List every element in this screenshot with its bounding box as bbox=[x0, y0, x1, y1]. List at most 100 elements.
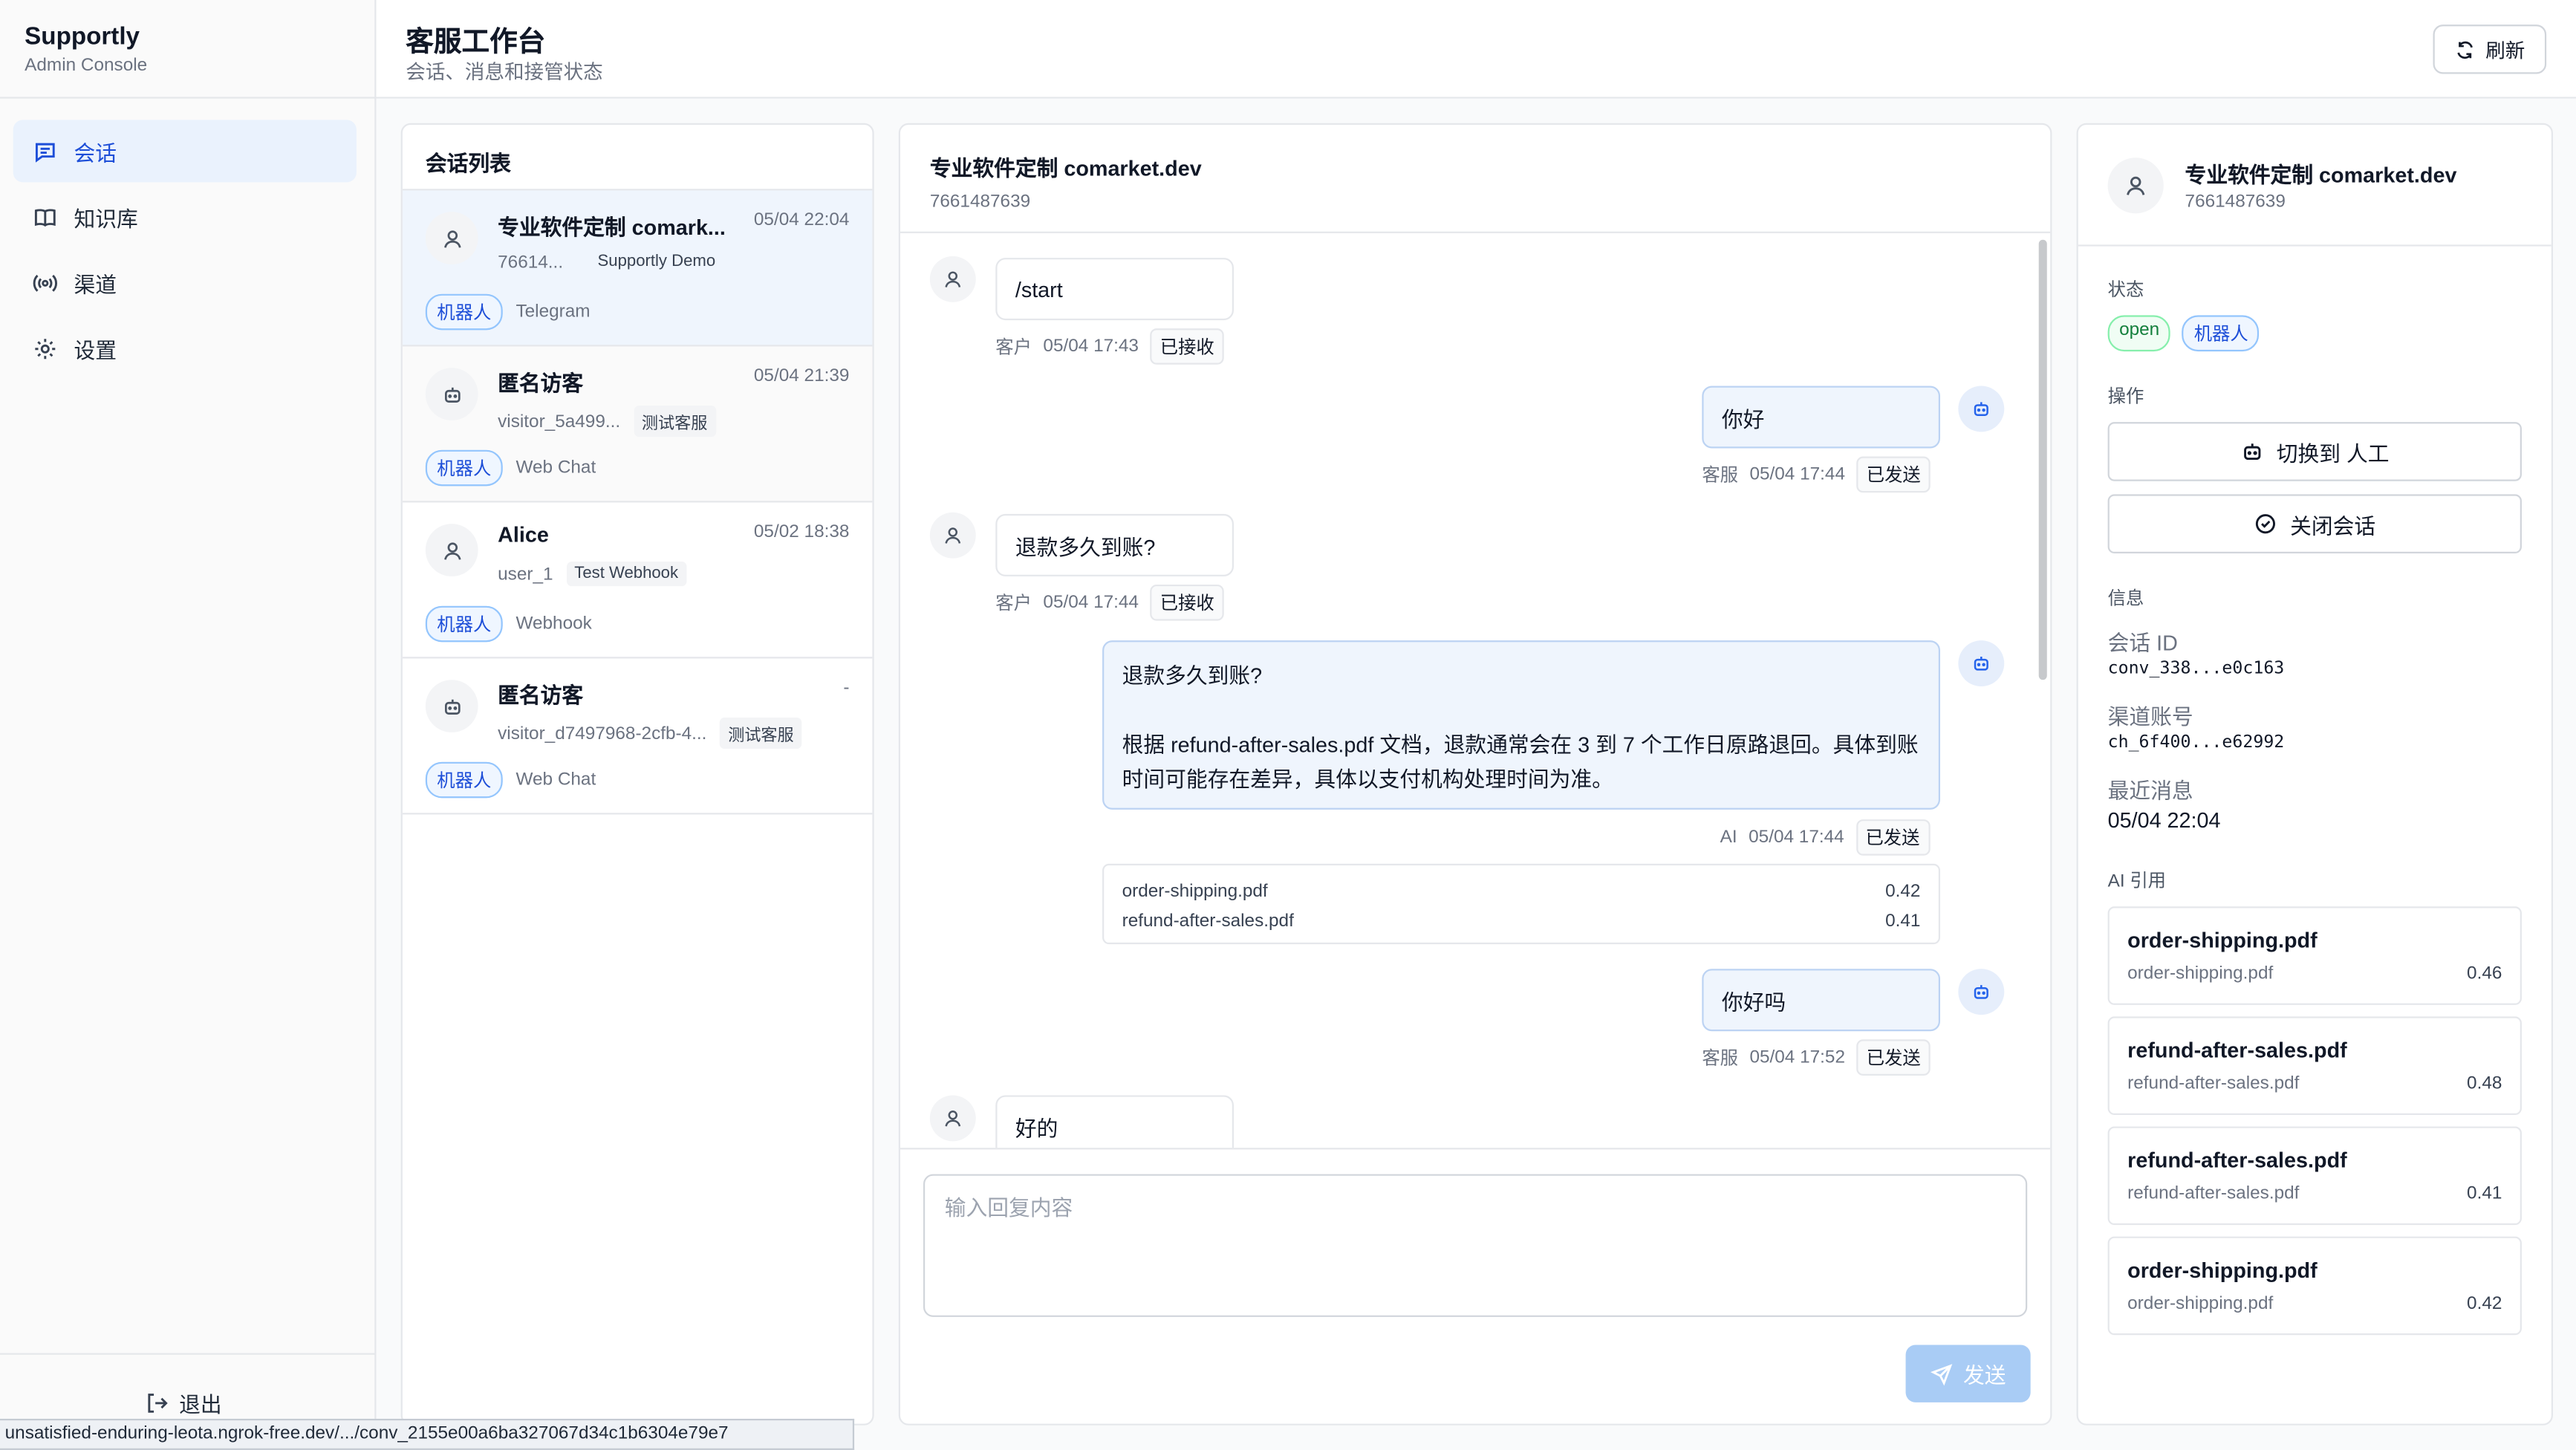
channel-account-value: ch_6f400...e62992 bbox=[2107, 732, 2285, 752]
conversation-tag: 测试客服 bbox=[720, 718, 802, 750]
logout-button[interactable]: 退出 bbox=[145, 1388, 222, 1419]
brand-name: Supportly bbox=[25, 22, 140, 51]
workspace: 会话列表 专业软件定制 comark... 05/04 22:04 76614.… bbox=[376, 98, 2576, 1450]
conversation-id-text: 76614... bbox=[498, 252, 564, 272]
reference-card[interactable]: order-shipping.pdf order-shipping.pdf 0.… bbox=[2107, 1236, 2522, 1336]
conversation-item[interactable]: Alice 05/02 18:38 user_1 Test Webhook 机器… bbox=[402, 502, 873, 659]
message-icon bbox=[31, 138, 57, 164]
conversation-list-title: 会话列表 bbox=[402, 125, 873, 191]
status-url-bar: unsatisfied-enduring-leota.ngrok-free.de… bbox=[0, 1418, 855, 1450]
message-meta: 客服 05/04 17:52 已发送 bbox=[1702, 1039, 1931, 1076]
refresh-button[interactable]: 刷新 bbox=[2433, 25, 2547, 74]
citation-box: order-shipping.pdf 0.42 refund-after-sal… bbox=[1102, 863, 1941, 945]
sidebar-item-label: 设置 bbox=[74, 337, 117, 362]
refresh-icon bbox=[2457, 40, 2473, 58]
user-icon bbox=[929, 1095, 976, 1142]
conversation-name: 专业软件定制 comark... bbox=[498, 215, 726, 240]
page-subtitle: 会话、消息和接管状态 bbox=[406, 60, 603, 84]
conversation-item[interactable]: 专业软件定制 comark... 05/04 22:04 76614... Su… bbox=[402, 190, 873, 347]
bot-icon bbox=[1958, 969, 2005, 1015]
message-role: 客服 bbox=[1702, 466, 1738, 487]
send-button[interactable]: 发送 bbox=[1905, 1345, 2031, 1402]
channel-label: Telegram bbox=[515, 302, 591, 322]
conversation-item[interactable]: 匿名访客 05/04 21:39 visitor_5a499... 测试客服 机… bbox=[402, 346, 873, 503]
channel-label: Webhook bbox=[515, 614, 592, 634]
bot-icon bbox=[2243, 443, 2260, 461]
gear-icon bbox=[31, 335, 57, 361]
message-bubble: 好的 bbox=[995, 1095, 1234, 1148]
conversation-id-text: user_1 bbox=[498, 564, 553, 584]
sidebar-item-conversations[interactable]: 会话 bbox=[13, 120, 357, 183]
conversation-id-text: visitor_d7497968-2cfb-4... bbox=[498, 723, 707, 744]
info-name: 专业软件定制 comarket.dev bbox=[2185, 162, 2457, 188]
message-role: 客户 bbox=[995, 338, 1032, 358]
citation-file: refund-after-sales.pdf bbox=[1122, 911, 1294, 932]
message-time: 05/04 17:44 bbox=[1749, 464, 1846, 485]
message-meta: 客户 05/04 17:44 已接收 bbox=[995, 584, 1224, 621]
info-id: 7661487639 bbox=[2185, 192, 2286, 212]
close-label: 关闭会话 bbox=[2290, 513, 2376, 538]
conversation-time: 05/04 21:39 bbox=[753, 365, 850, 386]
reference-card[interactable]: order-shipping.pdf order-shipping.pdf 0.… bbox=[2107, 906, 2522, 1005]
brand: Supportly Admin Console bbox=[25, 23, 147, 76]
chat-header: 专业软件定制 comarket.dev 7661487639 bbox=[900, 125, 2051, 233]
close-conversation-button[interactable]: 关闭会话 bbox=[2107, 494, 2522, 553]
message-role: 客户 bbox=[995, 594, 1032, 614]
channel-label: Web Chat bbox=[515, 770, 596, 790]
reference-score: 0.41 bbox=[2467, 1183, 2502, 1204]
message-role: 客服 bbox=[1702, 1049, 1738, 1070]
reference-file: order-shipping.pdf bbox=[2127, 1293, 2274, 1314]
message-time: 05/04 17:44 bbox=[1043, 593, 1139, 613]
conversation-item[interactable]: 匿名访客 - visitor_d7497968-2cfb-4... 测试客服 机… bbox=[402, 658, 873, 815]
message-time: 05/04 17:52 bbox=[1749, 1047, 1846, 1067]
ai-reference-label: AI 引用 bbox=[2107, 871, 2167, 892]
radio-icon bbox=[31, 270, 57, 296]
message-status: 已发送 bbox=[1855, 819, 1930, 856]
reference-card[interactable]: refund-after-sales.pdf refund-after-sale… bbox=[2107, 1126, 2522, 1226]
reply-input[interactable] bbox=[923, 1174, 2028, 1317]
sidebar-item-channels[interactable]: 渠道 bbox=[13, 251, 357, 313]
sidebar-item-label: 会话 bbox=[74, 140, 117, 166]
reference-file: refund-after-sales.pdf bbox=[2127, 1183, 2300, 1204]
reference-title: refund-after-sales.pdf bbox=[2127, 1038, 2347, 1063]
conversation-id: user_1 Test Webhook bbox=[498, 562, 687, 587]
conversation-time: 05/04 22:04 bbox=[753, 209, 850, 230]
send-icon bbox=[1930, 1363, 1953, 1385]
message-meta: AI 05/04 17:44 已发送 bbox=[1720, 819, 1930, 856]
message-list[interactable]: /start 客户 05/04 17:43 已接收 你好 客服 05/04 17… bbox=[900, 233, 2050, 1148]
reference-score: 0.46 bbox=[2467, 963, 2502, 984]
chat-subtitle: 7661487639 bbox=[929, 192, 1031, 212]
info-section-label: 信息 bbox=[2107, 589, 2144, 610]
conversation-tag: Test Webhook bbox=[566, 562, 687, 587]
message-bubble: 退款多久到账? bbox=[995, 513, 1234, 576]
message-line: 退款多久到账? bbox=[1122, 663, 1263, 689]
message-meta: 客户 05/04 17:43 已接收 bbox=[995, 328, 1224, 365]
last-message-label: 最近消息 bbox=[2107, 778, 2193, 803]
conversation-id-text: visitor_5a499... bbox=[498, 411, 621, 432]
sidebar-item-knowledge-base[interactable]: 知识库 bbox=[13, 186, 357, 248]
message-line: 根据 refund-after-sales.pdf 文档，退款通常会在 3 到 … bbox=[1122, 732, 1919, 758]
mode-badge: 机器人 bbox=[425, 293, 503, 331]
check-circle-icon bbox=[2255, 514, 2275, 534]
logout-label: 退出 bbox=[179, 1392, 222, 1417]
conversation-tag: Supportly Demo bbox=[597, 253, 716, 271]
conversation-meta: 机器人 Web Chat bbox=[425, 449, 596, 487]
message-bubble: /start bbox=[995, 258, 1234, 321]
bot-icon bbox=[1958, 640, 2005, 687]
conversation-tag: 测试客服 bbox=[633, 406, 716, 438]
bot-icon bbox=[425, 368, 478, 420]
scrollbar[interactable] bbox=[2038, 239, 2047, 680]
reference-card[interactable]: refund-after-sales.pdf refund-after-sale… bbox=[2107, 1016, 2522, 1115]
logout-icon bbox=[148, 1394, 168, 1413]
handover-button[interactable]: 切换到 人工 bbox=[2107, 422, 2522, 481]
sidebar: Supportly Admin Console 会话 知识库 渠道 设置 退出 bbox=[0, 0, 377, 1450]
message-bubble: 你好吗 bbox=[1702, 969, 1941, 1032]
sidebar-item-settings[interactable]: 设置 bbox=[13, 317, 357, 380]
citation-row: refund-after-sales.pdf 0.41 bbox=[1122, 906, 1921, 936]
refresh-label: 刷新 bbox=[2485, 38, 2525, 62]
conversation-info-panel: 专业软件定制 comarket.dev 7661487639 状态 open 机… bbox=[2076, 123, 2553, 1425]
app-root: Supportly Admin Console 会话 知识库 渠道 设置 退出 … bbox=[0, 0, 2576, 1450]
sidebar-item-label: 知识库 bbox=[74, 206, 138, 231]
conversation-id-value: conv_338...e0c163 bbox=[2107, 658, 2285, 678]
status-section-label: 状态 bbox=[2107, 281, 2144, 301]
